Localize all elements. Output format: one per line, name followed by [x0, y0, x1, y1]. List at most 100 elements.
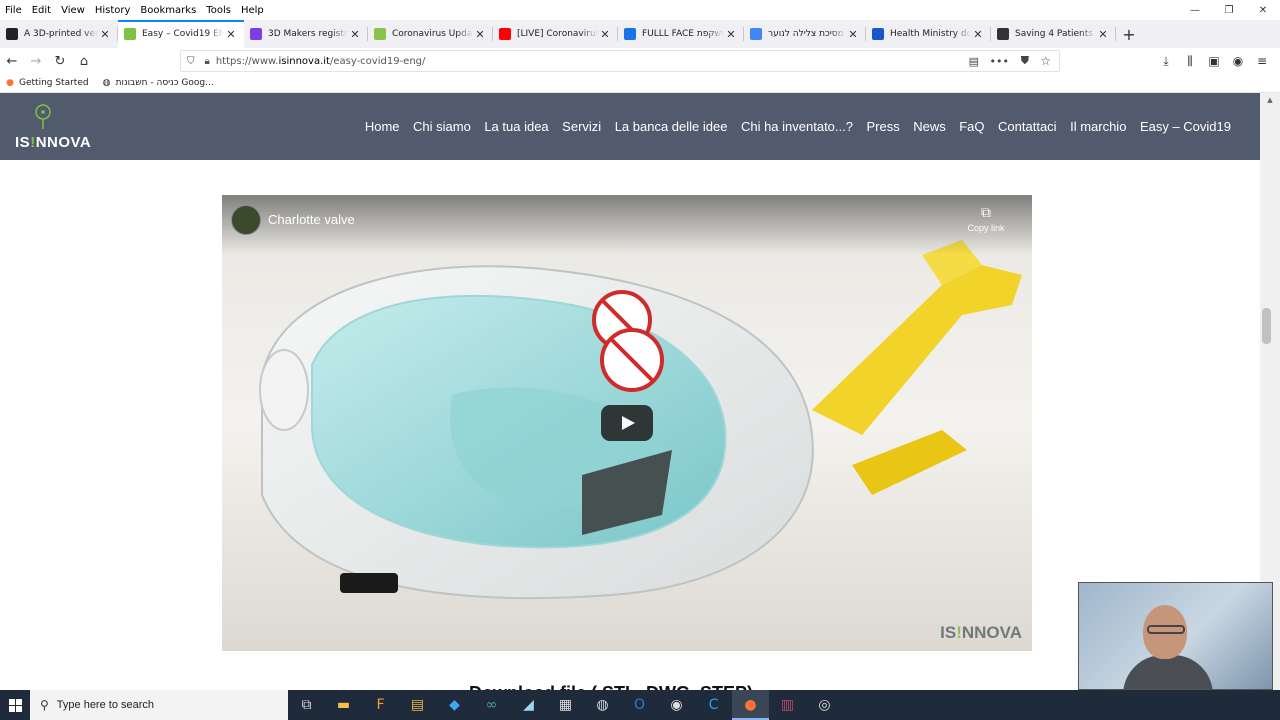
menu-help[interactable]: Help [236, 5, 269, 16]
sidebar-icon[interactable]: ▣ [1202, 50, 1226, 72]
file-explorer-icon[interactable]: ▬ [325, 690, 362, 720]
tracking-shield-icon[interactable]: ⛉ [187, 56, 195, 67]
close-window-icon[interactable]: ✕ [1246, 0, 1280, 20]
outlook-icon[interactable]: O [621, 690, 658, 720]
new-tab-icon[interactable]: + [1116, 20, 1142, 48]
close-tab-icon[interactable]: ✕ [348, 28, 362, 41]
logo-text: IS!NNOVA [15, 134, 92, 151]
pocket-icon[interactable]: ⛊ [1021, 54, 1029, 68]
taskbar-search-box[interactable]: ⚲ Type here to search [30, 690, 288, 720]
scrollbar-thumb[interactable] [1262, 308, 1271, 344]
article-icon [997, 28, 1009, 40]
calculator-icon[interactable]: ▦ [547, 690, 584, 720]
downloads-icon[interactable]: ⤓ [1154, 50, 1178, 72]
page-icon [6, 28, 18, 40]
close-tab-icon[interactable]: ✕ [724, 28, 738, 41]
close-tab-icon[interactable]: ✕ [846, 28, 860, 41]
home-icon[interactable]: ⌂ [72, 50, 96, 72]
browser-tab[interactable]: מסיכת צלילה לנוער ✕ [744, 20, 866, 48]
close-tab-icon[interactable]: ✕ [224, 28, 238, 41]
app-c-icon[interactable]: C [695, 690, 732, 720]
copy-link-button[interactable]: ⧉ Copy link [956, 205, 1016, 234]
bookmark-item[interactable]: ● Getting Started [4, 77, 89, 89]
site-menu-item[interactable]: Easy – Covid19 [1140, 119, 1231, 134]
close-tab-icon[interactable]: ✕ [473, 28, 487, 41]
youtube-icon [499, 28, 511, 40]
channel-avatar[interactable] [231, 205, 261, 235]
bookmark-star-icon[interactable]: ☆ [1040, 54, 1051, 68]
url-text[interactable]: https://www.isinnova.it/easy-covid19-eng… [216, 56, 426, 67]
navigation-bar: ← → ↻ ⌂ ⛉ 🔒︎ https://www.isinnova.it/eas… [0, 48, 1280, 74]
site-menu-item[interactable]: News [913, 119, 946, 134]
task-view-icon[interactable]: ⧉ [288, 690, 325, 720]
tab-label: Health Ministry doc [890, 29, 971, 39]
search-icon [750, 28, 762, 40]
bookmark-item[interactable]: ◍ כניסה - חשבונות Goog... [101, 77, 214, 89]
sheet-icon [374, 28, 386, 40]
browser-tab[interactable]: A 3D-printed ventila✕ [0, 20, 118, 48]
app-f-icon[interactable]: F [362, 690, 399, 720]
video-watermark: IS!NNOVA [940, 623, 1022, 642]
menu-bookmarks[interactable]: Bookmarks [135, 5, 201, 16]
search-icon: ⚲ [40, 698, 49, 712]
reload-icon[interactable]: ↻ [48, 50, 72, 72]
cura-icon[interactable]: ◍ [584, 690, 621, 720]
scroll-up-arrow-icon[interactable]: ▲ [1260, 93, 1280, 107]
forward-icon[interactable]: → [24, 50, 48, 72]
site-menu-item[interactable]: Home [365, 119, 400, 134]
site-menu-item[interactable]: La banca delle idee [615, 119, 728, 134]
library-icon[interactable]: ⫼ [1178, 50, 1202, 72]
winrar-icon[interactable]: ▥ [769, 690, 806, 720]
site-menu-item[interactable]: Il marchio [1070, 119, 1126, 134]
browser-tab[interactable]: Coronavirus Update ✕ [368, 20, 493, 48]
video-title[interactable]: Charlotte valve [268, 212, 355, 227]
browser-tab[interactable]: Health Ministry doc ✕ [866, 20, 991, 48]
close-tab-icon[interactable]: ✕ [1096, 28, 1110, 41]
site-menu-item[interactable]: Servizi [562, 119, 601, 134]
close-tab-icon[interactable]: ✕ [98, 28, 112, 41]
start-button[interactable] [0, 690, 30, 720]
isinnova-icon [124, 28, 136, 40]
url-bar[interactable]: ⛉ 🔒︎ https://www.isinnova.it/easy-covid1… [180, 50, 1060, 72]
toolbar-right: ⤓ ⫼ ▣ ◉ ≡ [1154, 50, 1274, 72]
browser-tab[interactable]: FULLL FACE משקפת✕ [618, 20, 744, 48]
firefox-taskbar-icon[interactable]: ● [732, 690, 769, 720]
browser-tab[interactable]: [LIVE] Coronavirus P✕ [493, 20, 618, 48]
tab-label: 3D Makers registrati [268, 29, 348, 39]
site-menu-item[interactable]: Press [866, 119, 899, 134]
menu-view[interactable]: View [56, 5, 90, 16]
site-logo[interactable]: IS!NNOVA [15, 103, 95, 151]
back-icon[interactable]: ← [0, 50, 24, 72]
slicer-icon[interactable]: ◉ [658, 690, 695, 720]
document-app-icon[interactable]: ▤ [399, 690, 436, 720]
site-menu-item[interactable]: Chi siamo [413, 119, 471, 134]
restore-icon[interactable]: ❐ [1212, 0, 1246, 20]
site-menu-item[interactable]: La tua idea [484, 119, 548, 134]
close-tab-icon[interactable]: ✕ [598, 28, 612, 41]
site-menu-item[interactable]: FaQ [959, 119, 984, 134]
play-button[interactable] [601, 405, 653, 441]
page-actions-icon[interactable]: ••• [990, 55, 1009, 68]
browser-tab[interactable]: 3D Makers registrati✕ [244, 20, 368, 48]
tab-label: [LIVE] Coronavirus P [517, 29, 598, 39]
vscode-icon[interactable]: ◆ [436, 690, 473, 720]
browser-tab[interactable]: Easy – Covid19 ENG ✕ [118, 20, 244, 48]
menu-edit[interactable]: Edit [27, 5, 56, 16]
reader-view-icon[interactable]: ▤ [969, 55, 979, 68]
minimize-icon[interactable]: — [1178, 0, 1212, 20]
menu-tools[interactable]: Tools [201, 5, 236, 16]
site-menu-item[interactable]: Contattaci [998, 119, 1057, 134]
3d-app-icon[interactable]: ◢ [510, 690, 547, 720]
close-tab-icon[interactable]: ✕ [971, 28, 985, 41]
menu-file[interactable]: File [0, 5, 27, 16]
site-menu-item[interactable]: Chi ha inventato...? [741, 119, 853, 134]
browser-tab[interactable]: Saving 4 Patients W ✕ [991, 20, 1116, 48]
arduino-icon[interactable]: ∞ [473, 690, 510, 720]
globe-icon: ◍ [102, 78, 111, 88]
video-embed[interactable]: Charlotte valve ⧉ Copy link IS!NNOVA [222, 195, 1032, 651]
menu-history[interactable]: History [90, 5, 136, 16]
account-icon[interactable]: ◉ [1226, 50, 1250, 72]
hamburger-menu-icon[interactable]: ≡ [1250, 50, 1274, 72]
lock-icon[interactable]: 🔒︎ [205, 56, 210, 67]
obs-icon[interactable]: ◎ [806, 690, 843, 720]
